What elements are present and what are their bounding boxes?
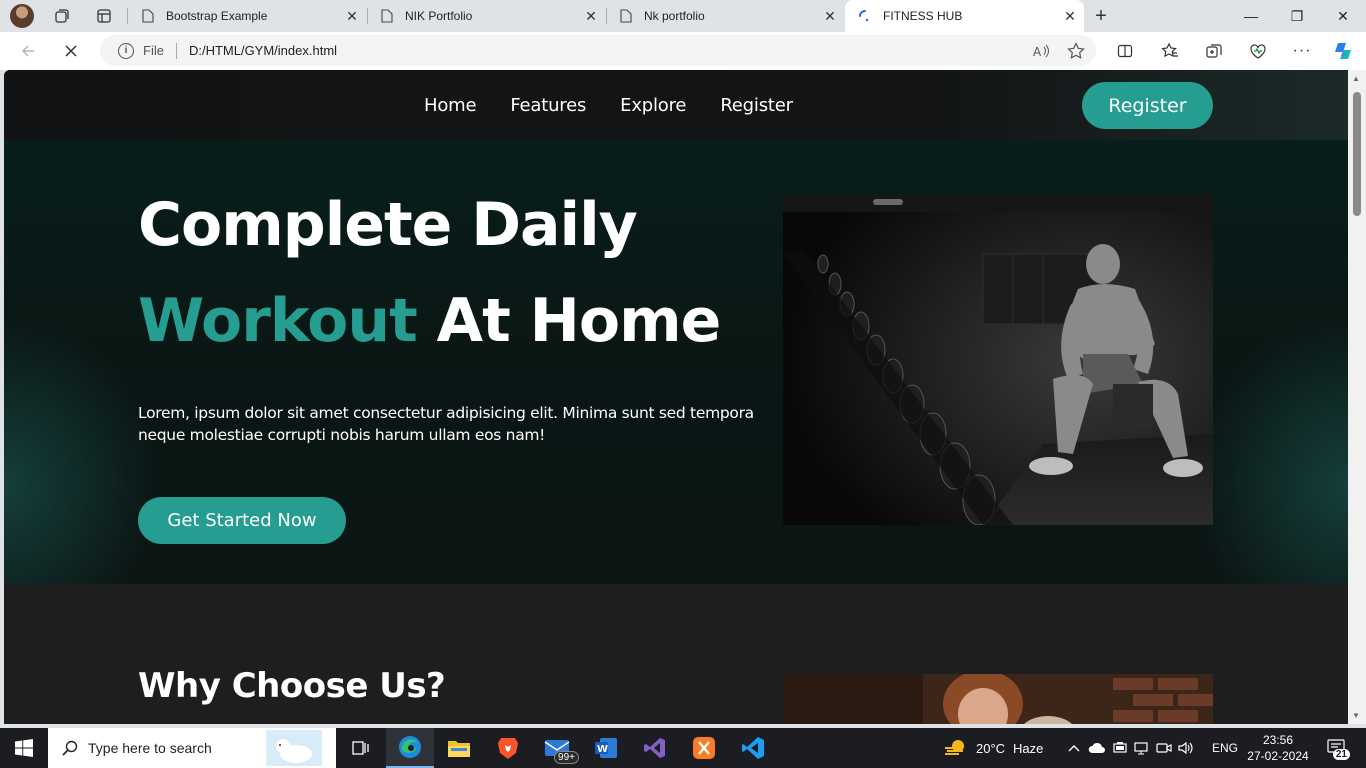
system-tray [1066, 728, 1194, 768]
weather-temp: 20°C [976, 740, 1006, 756]
nav-link-home[interactable]: Home [424, 95, 477, 116]
notification-count-badge: 21 [1332, 749, 1350, 760]
page-icon [618, 8, 634, 24]
loading-spinner-icon [857, 8, 873, 24]
language-indicator[interactable]: ENG [1212, 728, 1238, 768]
new-tab-button[interactable]: + [1091, 5, 1111, 27]
nav-link-explore[interactable]: Explore [620, 95, 686, 116]
page-icon [140, 8, 156, 24]
edge-browser-icon[interactable] [386, 728, 434, 768]
read-aloud-icon[interactable]: A [1028, 37, 1056, 65]
restore-button[interactable]: ❐ [1274, 0, 1320, 32]
site-navbar: Home Features Explore Register Register [4, 70, 1348, 140]
why-choose-section: Why Choose Us? [4, 584, 1348, 724]
onedrive-cloud-icon[interactable] [1088, 742, 1106, 754]
clock-time: 23:56 [1262, 733, 1294, 747]
favorites-icon[interactable] [1155, 37, 1185, 65]
start-button[interactable] [0, 728, 48, 768]
nav-links: Home Features Explore Register [424, 70, 793, 140]
haze-weather-icon [944, 738, 968, 758]
tab-actions-icon[interactable] [94, 6, 114, 26]
show-hidden-icons-chevron-icon[interactable] [1066, 744, 1082, 752]
register-button[interactable]: Register [1082, 82, 1213, 129]
divider [175, 42, 177, 59]
search-highlight-polar-bear-icon [266, 730, 322, 766]
minimize-button[interactable]: — [1228, 0, 1274, 32]
section-title: Why Choose Us? [138, 666, 446, 706]
svg-text:A: A [1033, 45, 1042, 58]
close-tab-icon[interactable]: ✕ [818, 4, 842, 28]
page-viewport: Home Features Explore Register Register … [4, 70, 1348, 724]
url-text[interactable]: D:/HTML/GYM/index.html [189, 43, 1028, 58]
hero-section: Complete Daily Workout At Home Lorem, ip… [4, 140, 1348, 584]
brave-browser-icon[interactable] [484, 728, 532, 768]
tab-title: Nk portfolio [644, 9, 705, 23]
favorite-star-icon[interactable] [1062, 37, 1090, 65]
profile-avatar[interactable] [10, 4, 34, 28]
copilot-icon[interactable] [1328, 37, 1358, 65]
get-started-button[interactable]: Get Started Now [138, 497, 346, 544]
address-toolbar: i File D:/HTML/GYM/index.html A ··· [0, 32, 1366, 70]
nav-link-register[interactable]: Register [720, 95, 793, 116]
volume-icon[interactable] [1178, 741, 1194, 755]
weather-condition: Haze [1013, 740, 1044, 756]
close-tab-icon[interactable]: ✕ [579, 4, 603, 28]
scrollbar-thumb[interactable] [1353, 92, 1361, 216]
tab-title: Bootstrap Example [166, 9, 268, 23]
page-scrollbar[interactable]: ▲ ▼ [1348, 70, 1366, 724]
tab-nik-portfolio[interactable]: NIK Portfolio ✕ [367, 0, 605, 32]
close-window-button[interactable]: ✕ [1320, 0, 1366, 32]
mail-icon[interactable]: 99+ [533, 728, 581, 768]
nav-link-features[interactable]: Features [510, 95, 586, 116]
camera-icon[interactable] [1156, 741, 1172, 755]
hero-title-line2: Workout At Home [138, 286, 722, 356]
tab-title: NIK Portfolio [405, 9, 473, 23]
word-icon[interactable]: W [582, 728, 630, 768]
stop-loading-icon[interactable] [57, 37, 85, 65]
windows-taskbar: Type here to search 99+ W 20°C Haze ENG … [0, 728, 1366, 768]
scroll-up-arrow-icon[interactable]: ▲ [1352, 74, 1360, 83]
visual-studio-icon[interactable] [631, 728, 679, 768]
settings-more-icon[interactable]: ··· [1287, 37, 1317, 65]
browser-essentials-icon[interactable] [1243, 37, 1273, 65]
taskbar-search[interactable]: Type here to search [48, 728, 336, 768]
tab-bootstrap-example[interactable]: Bootstrap Example ✕ [128, 0, 366, 32]
network-icon[interactable] [1134, 741, 1150, 755]
battery-icon[interactable] [1112, 741, 1128, 755]
close-tab-icon[interactable]: ✕ [340, 4, 364, 28]
section-photo [783, 674, 1213, 724]
search-icon [62, 740, 78, 756]
clock-date: 27-02-2024 [1247, 749, 1309, 763]
page-icon [379, 8, 395, 24]
split-screen-icon[interactable] [1110, 37, 1140, 65]
workspaces-icon[interactable] [52, 6, 72, 26]
hero-title-accent: Workout [138, 286, 418, 356]
hero-description: Lorem, ipsum dolor sit amet consectetur … [138, 404, 754, 444]
tab-fitness-hub[interactable]: FITNESS HUB ✕ [845, 0, 1084, 32]
back-arrow-icon[interactable] [14, 37, 42, 65]
svg-text:W: W [597, 744, 608, 755]
protocol-label: File [143, 43, 164, 58]
file-explorer-icon[interactable] [435, 728, 483, 768]
vscode-icon[interactable] [729, 728, 777, 768]
close-tab-icon[interactable]: ✕ [1058, 4, 1082, 28]
scroll-down-arrow-icon[interactable]: ▼ [1352, 711, 1360, 720]
hero-title-line1: Complete Daily [138, 190, 638, 260]
hero-gym-photo [783, 194, 1213, 525]
task-view-icon[interactable] [336, 728, 384, 768]
collections-icon[interactable] [1199, 37, 1229, 65]
address-bar[interactable]: i File D:/HTML/GYM/index.html A [100, 35, 1096, 66]
tab-bar: Bootstrap Example ✕ NIK Portfolio ✕ Nk p… [0, 0, 1366, 32]
xampp-icon[interactable] [680, 728, 728, 768]
site-info-icon[interactable]: i [118, 42, 134, 59]
notifications-icon[interactable]: 21 [1322, 728, 1352, 768]
hero-title-rest: At Home [416, 286, 722, 356]
tab-nk-portfolio[interactable]: Nk portfolio ✕ [606, 0, 844, 32]
clock[interactable]: 23:56 27-02-2024 [1244, 728, 1312, 768]
tab-title: FITNESS HUB [883, 9, 963, 23]
search-placeholder: Type here to search [88, 740, 212, 756]
mail-unread-badge: 99+ [554, 751, 579, 764]
weather-widget[interactable]: 20°C Haze [944, 728, 1043, 768]
